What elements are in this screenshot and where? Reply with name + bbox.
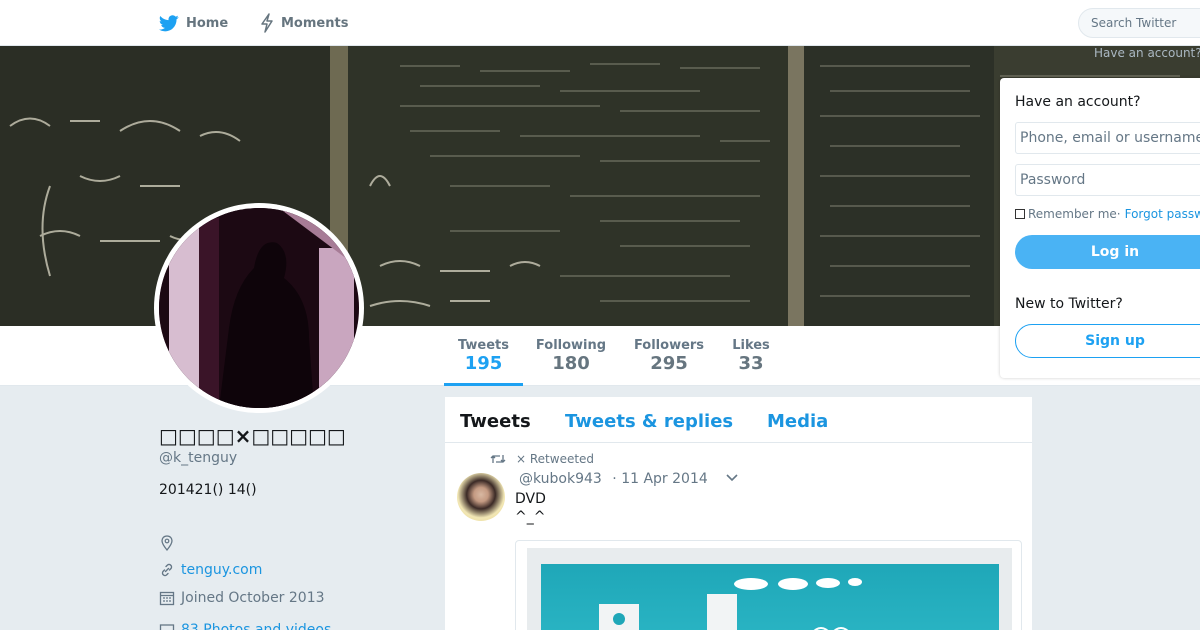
tab-tweets[interactable]: Tweets <box>460 411 531 432</box>
profile-joined: Joined October 2013 <box>159 590 325 606</box>
media-illustration-shapes <box>599 578 862 630</box>
calendar-icon <box>159 591 175 606</box>
profile-location <box>159 535 181 551</box>
stat-likes-label: Likes <box>732 338 770 353</box>
top-navigation: Home Moments Search Twitter <box>0 0 1200 46</box>
signup-button[interactable]: Sign up <box>1015 324 1200 358</box>
stat-followers[interactable]: Followers 295 <box>631 326 707 386</box>
profile-photos-link[interactable]: 83 Photos and videos <box>159 622 331 630</box>
stat-following-value: 180 <box>552 353 590 374</box>
profile-photos-text[interactable]: 83 Photos and videos <box>181 622 331 630</box>
login-card: Have an account? Phone, email or usernam… <box>1000 78 1200 378</box>
remember-checkbox[interactable] <box>1015 209 1025 219</box>
stat-following-label: Following <box>535 338 607 353</box>
stat-followers-value: 295 <box>650 353 688 374</box>
location-pin-icon <box>161 535 173 551</box>
profile-avatar[interactable] <box>154 203 364 413</box>
new-to-twitter-title: New to Twitter? <box>1015 296 1123 312</box>
retweet-icon <box>490 455 506 463</box>
stat-tweets[interactable]: Tweets 195 <box>444 326 523 386</box>
nav-home[interactable]: Home <box>159 0 228 46</box>
tweet-media-image <box>527 548 1012 630</box>
tab-tweets-replies[interactable]: Tweets & replies <box>565 411 733 432</box>
chevron-down-icon[interactable] <box>725 473 739 483</box>
avatar-image <box>159 208 359 408</box>
stat-following[interactable]: Following 180 <box>533 326 609 386</box>
retweeted-label: × Retweeted <box>516 452 595 466</box>
photo-icon <box>159 624 175 630</box>
tweet-author-avatar[interactable] <box>457 473 505 521</box>
tab-media[interactable]: Media <box>767 411 828 432</box>
nav-home-label: Home <box>186 15 229 31</box>
tweet-media[interactable] <box>515 540 1022 630</box>
nav-moments[interactable]: Moments <box>260 0 348 46</box>
profile-url-text[interactable]: tenguy.com <box>181 562 262 578</box>
profile-name[interactable]: □□□□×□□□□□ <box>159 424 346 448</box>
remember-separator: · <box>1116 207 1121 221</box>
tweet-date[interactable]: · 11 Apr 2014 <box>612 471 707 487</box>
avatar-silhouette <box>159 208 359 408</box>
profile-joined-text: Joined October 2013 <box>181 590 325 606</box>
stat-likes[interactable]: Likes 33 <box>726 326 776 386</box>
search-input[interactable]: Search Twitter <box>1078 8 1200 38</box>
stat-tweets-value: 195 <box>464 353 503 374</box>
stat-followers-label: Followers <box>633 338 705 353</box>
timeline-tabs: Tweets Tweets & replies Media <box>445 397 1032 443</box>
tweet-media-illustration <box>541 564 999 630</box>
link-icon <box>161 563 173 577</box>
login-title: Have an account? <box>1015 94 1141 110</box>
tweet-text: DVD ^_^ <box>515 491 546 525</box>
stat-tweets-label: Tweets <box>457 338 510 353</box>
login-button[interactable]: Log in <box>1015 235 1200 269</box>
forgot-password-link[interactable]: Forgot password? <box>1125 207 1200 221</box>
profile-url[interactable]: tenguy.com <box>159 562 262 578</box>
tweet-header: @kubok943 · 11 Apr 2014 <box>519 471 708 487</box>
stat-likes-value: 33 <box>738 353 764 374</box>
twitter-bird-icon <box>159 14 179 31</box>
username-field[interactable]: Phone, email or username <box>1015 122 1200 154</box>
timeline: Tweets Tweets & replies Media × Retweete… <box>445 397 1032 630</box>
tweet-author-handle[interactable]: @kubok943 <box>519 471 602 487</box>
profile-bio: 201421() 14() <box>159 482 257 498</box>
lightning-icon <box>261 13 273 33</box>
nav-moments-label: Moments <box>281 15 349 31</box>
profile-handle[interactable]: @k_tenguy <box>159 450 237 466</box>
retweet-context: × Retweeted <box>490 452 594 466</box>
remember-label[interactable]: Remember me <box>1028 207 1117 221</box>
password-field[interactable]: Password <box>1015 164 1200 196</box>
have-account-link[interactable]: Have an account? <box>1094 46 1200 60</box>
remember-row: Remember me · Forgot password? <box>1015 207 1200 221</box>
